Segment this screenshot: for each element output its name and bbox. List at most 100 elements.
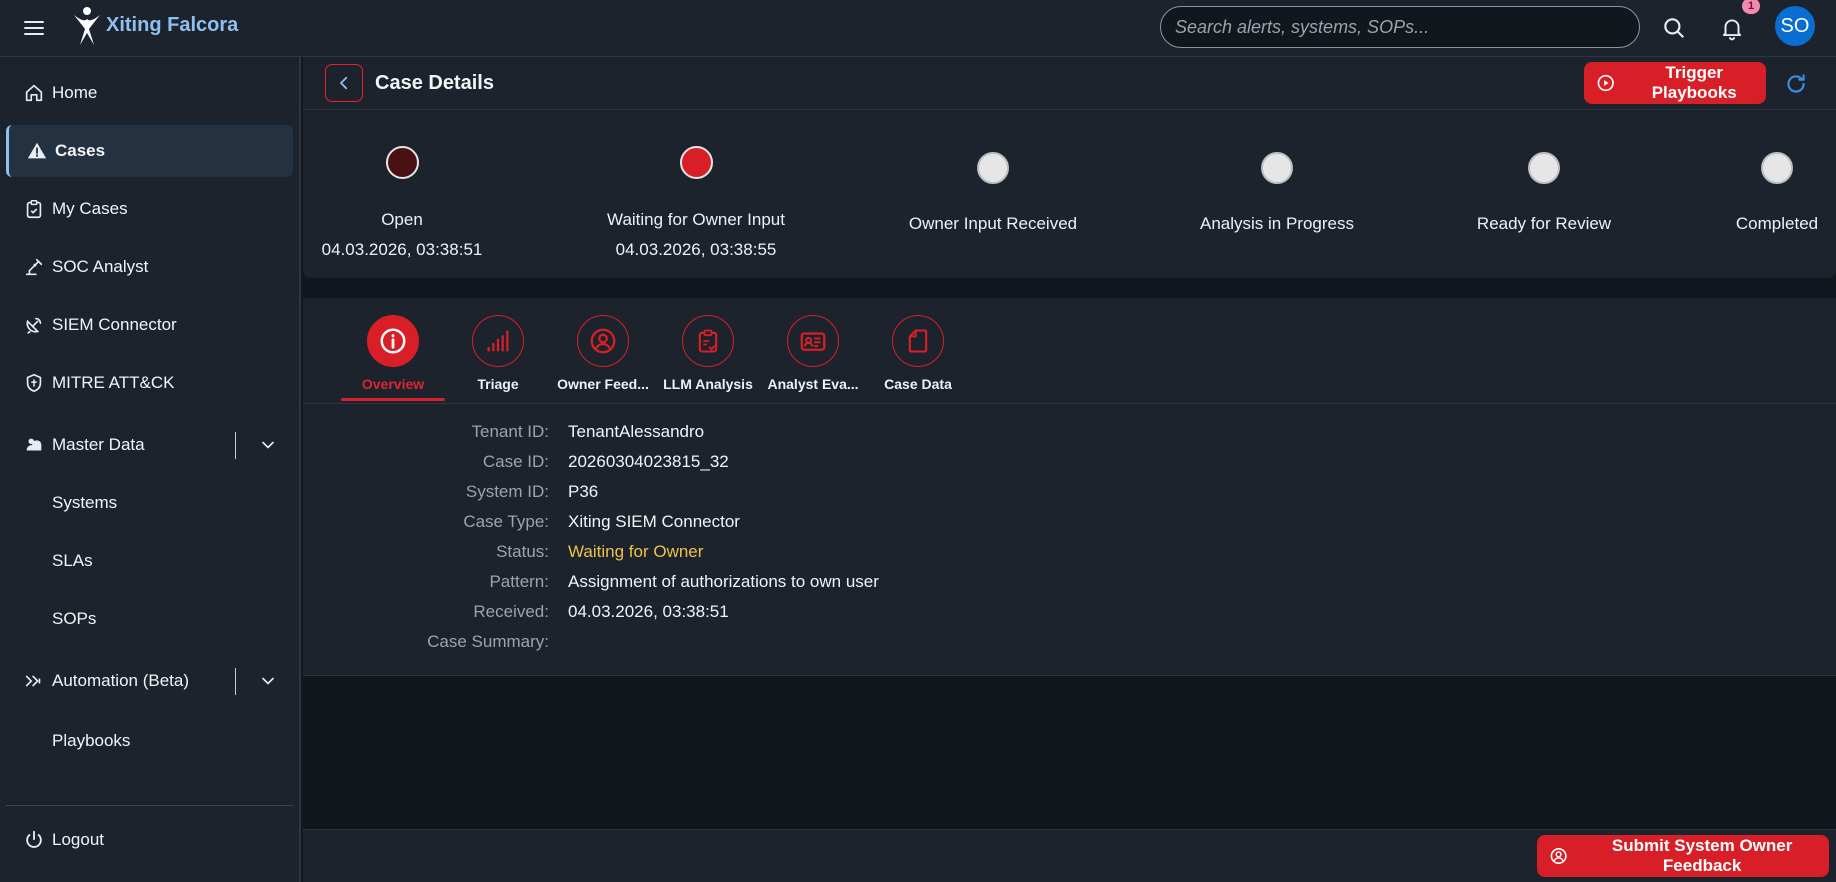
user-avatar[interactable]: SO [1775, 6, 1815, 46]
back-button[interactable] [325, 64, 363, 102]
page-header: Case Details Trigger Playbooks [303, 57, 1836, 110]
search-input[interactable] [1160, 6, 1640, 48]
tab-label: Case Data [884, 376, 952, 392]
chevron-down-icon[interactable] [258, 671, 278, 691]
home-icon [23, 82, 45, 104]
step-timestamp: 04.03.2026, 03:38:55 [615, 240, 777, 259]
step-indicator [977, 152, 1009, 184]
tab-llm-analysis[interactable]: LLM Analysis [658, 298, 758, 404]
brand-name: Xiting Falcora [106, 14, 239, 36]
sidebar-item-label: MITRE ATT&CK [52, 373, 175, 392]
search-icon[interactable] [1661, 15, 1687, 41]
tab-overview[interactable]: Overview [343, 298, 443, 404]
detail-label: Case ID: [482, 452, 549, 471]
step-timestamp: 04.03.2026, 03:38:51 [321, 240, 483, 259]
tab-analyst-evaluation[interactable]: Analyst Eva... [763, 298, 863, 404]
sidebar-item-label: Systems [52, 493, 118, 512]
sidebar-item-label: SLAs [52, 551, 93, 570]
sidebar-item-slas[interactable]: SLAs [6, 535, 293, 587]
warning-icon [26, 140, 48, 162]
step-indicator [680, 146, 713, 179]
page-footer: Submit System Owner Feedback [303, 829, 1836, 882]
refresh-icon[interactable] [1783, 71, 1809, 97]
detail-row-case-summary: Case Summary: [303, 632, 1203, 660]
step-label: Waiting for Owner Input [607, 210, 785, 229]
sidebar-item-label: Playbooks [52, 731, 131, 750]
detail-row-case-id: Case ID: 20260304023815_32 [303, 452, 1203, 480]
tab-triage[interactable]: Triage [448, 298, 548, 404]
detail-row-pattern: Pattern: Assignment of authorizations to… [303, 572, 1203, 600]
tab-label: Owner Feed... [557, 376, 649, 392]
clipboard-check-icon [698, 329, 718, 353]
separator [235, 432, 236, 459]
step-label: Completed [1735, 214, 1819, 233]
detail-label: Status: [496, 542, 549, 561]
document-icon [908, 329, 928, 353]
step-label: Ready for Review [1476, 214, 1612, 233]
sidebar-item-sops[interactable]: SOPs [6, 593, 293, 645]
bell-icon[interactable] [1719, 15, 1745, 41]
sidebar-item-label: SIEM Connector [52, 315, 177, 334]
double-chevron-right-icon [23, 670, 45, 692]
chevron-down-icon[interactable] [258, 435, 278, 455]
detail-label: Case Type: [463, 512, 549, 531]
sidebar-item-label: Home [52, 83, 98, 102]
page-title: Case Details [375, 72, 494, 94]
sidebar-item-cases[interactable]: Cases [6, 125, 293, 177]
status-value: Waiting for Owner [568, 542, 704, 561]
detail-value: Assignment of authorizations to own user [568, 572, 879, 591]
tab-label: Triage [477, 376, 519, 392]
step-indicator [1761, 152, 1793, 184]
step-label: Open [381, 210, 423, 229]
detail-value: TenantAlessandro [568, 422, 705, 441]
notification-badge: 1 [1742, 0, 1760, 14]
top-bar: Xiting Falcora 1 SO [0, 0, 1836, 57]
case-tabs: Overview Triage Owner Feed... LLM Analys… [303, 298, 1836, 404]
tab-label: Overview [361, 376, 425, 392]
detail-row-system-id: System ID: P36 [303, 482, 1203, 510]
user-circle-icon [1550, 847, 1567, 865]
step-label: Owner Input Received [908, 214, 1078, 233]
step-indicator [1261, 152, 1293, 184]
tab-owner-feedback[interactable]: Owner Feed... [553, 298, 653, 404]
step-indicator [386, 146, 419, 179]
detail-value: Xiting SIEM Connector [568, 512, 740, 531]
logout-label: Logout [52, 830, 104, 849]
sidebar-item-mitre-attck[interactable]: MITRE ATT&CK [6, 357, 293, 409]
sidebar-item-home[interactable]: Home [6, 67, 293, 119]
step-label: Analysis in Progress [1199, 214, 1355, 233]
sidebar-item-systems[interactable]: Systems [6, 477, 293, 529]
sidebar-item-automation[interactable]: Automation (Beta) [6, 655, 293, 707]
user-circle-icon [590, 328, 616, 354]
tab-case-data[interactable]: Case Data [868, 298, 968, 404]
sidebar-item-master-data[interactable]: Master Data [6, 419, 293, 471]
sidebar-item-label: Master Data [52, 435, 145, 454]
sidebar-item-soc-analyst[interactable]: SOC Analyst [6, 241, 293, 293]
sidebar-item-siem-connector[interactable]: SIEM Connector [6, 299, 293, 351]
sidebar: Home Cases My Cases SOC Analyst SIEM Con… [0, 57, 301, 882]
sidebar-item-label: Automation (Beta) [52, 671, 190, 690]
submit-owner-feedback-button[interactable]: Submit System Owner Feedback [1537, 835, 1829, 877]
sidebar-item-label: Cases [55, 141, 106, 160]
case-progress-tracker: Open 04.03.2026, 03:38:51 Waiting for Ow… [303, 110, 1836, 278]
detail-row-status: Status: Waiting for Owner [303, 542, 1203, 570]
logout-button[interactable]: Logout [6, 814, 293, 866]
trigger-playbooks-button[interactable]: Trigger Playbooks [1584, 62, 1766, 104]
sidebar-item-my-cases[interactable]: My Cases [6, 183, 293, 235]
robot-arm-icon [23, 256, 45, 278]
database-icon [23, 434, 45, 456]
detail-label: Tenant ID: [471, 422, 550, 441]
active-tab-indicator [341, 398, 445, 401]
signal-bars-icon [487, 330, 509, 352]
menu-icon[interactable] [22, 16, 46, 40]
detail-label: System ID: [465, 482, 549, 501]
detail-value: P36 [568, 482, 599, 501]
clipboard-icon [23, 198, 45, 220]
sidebar-item-playbooks[interactable]: Playbooks [6, 715, 293, 767]
detail-row-received: Received: 04.03.2026, 03:38:51 [303, 602, 1203, 630]
power-icon [23, 829, 45, 851]
case-details-panel: Tenant ID: TenantAlessandro Case ID: 202… [303, 404, 1836, 676]
detail-value: 04.03.2026, 03:38:51 [568, 602, 729, 621]
satellite-dish-icon [23, 314, 45, 336]
tab-label: Analyst Eva... [767, 376, 859, 392]
